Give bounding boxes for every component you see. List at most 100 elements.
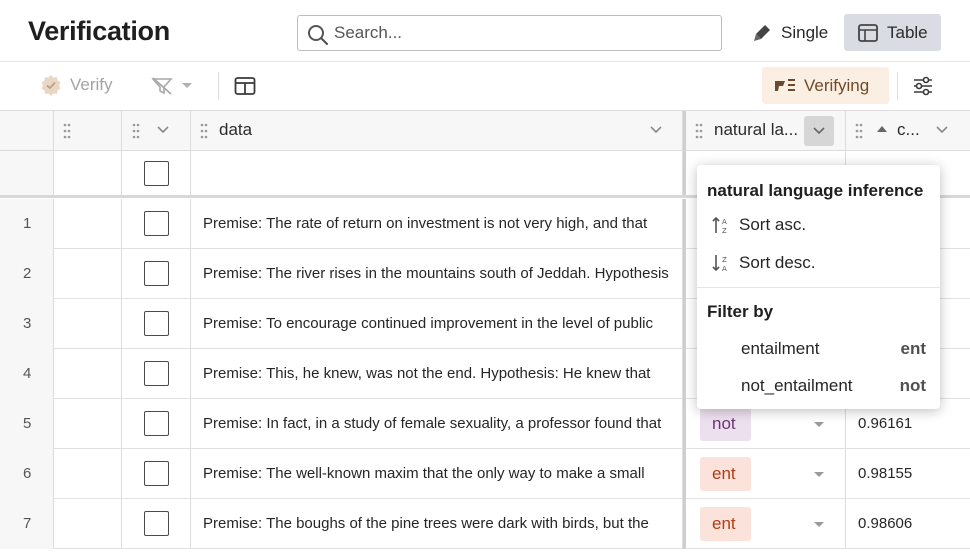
row-meta-cell bbox=[54, 199, 122, 249]
row-number-cell: 4 bbox=[0, 349, 54, 399]
row-number-cell: 2 bbox=[0, 249, 54, 299]
header-meta-column[interactable] bbox=[54, 111, 122, 151]
toolbar-divider bbox=[218, 72, 219, 100]
table-mode-label: Table bbox=[887, 22, 928, 42]
row-meta-cell bbox=[54, 399, 122, 449]
select-all-checkbox[interactable] bbox=[144, 161, 169, 186]
filter-cell bbox=[191, 151, 683, 195]
row-number-cell: 3 bbox=[0, 299, 54, 349]
search-input[interactable] bbox=[334, 18, 714, 48]
row-label-cell: ent bbox=[683, 449, 846, 499]
row-meta-cell bbox=[54, 499, 122, 549]
row-data-text: Premise: The well-known maxim that the o… bbox=[203, 465, 645, 482]
row-data-cell: Premise: To encourage continued improvem… bbox=[191, 299, 683, 349]
row-number: 7 bbox=[23, 515, 32, 532]
search-icon bbox=[308, 25, 329, 46]
row-checkbox[interactable] bbox=[144, 511, 169, 536]
row-number: 3 bbox=[23, 315, 32, 332]
sort-up-icon[interactable] bbox=[876, 125, 888, 133]
toolbar-divider bbox=[897, 72, 898, 100]
label-dropdown-icon[interactable] bbox=[813, 421, 825, 429]
label-dropdown-icon[interactable] bbox=[813, 471, 825, 479]
verify-badge-icon bbox=[41, 75, 61, 96]
chevron-down-icon[interactable] bbox=[650, 125, 662, 135]
verifying-button[interactable]: Verifying bbox=[762, 67, 889, 104]
header-select-column[interactable] bbox=[122, 111, 191, 151]
chevron-down-icon[interactable] bbox=[157, 125, 169, 135]
row-select-cell bbox=[122, 449, 191, 499]
chevron-down-icon[interactable] bbox=[936, 125, 948, 135]
row-checkbox[interactable] bbox=[144, 311, 169, 336]
table-row[interactable]: 6 Premise: The well-known maxim that the … bbox=[0, 449, 970, 499]
filter-option-abbr: not bbox=[899, 376, 926, 395]
header-data-column[interactable]: data bbox=[191, 111, 683, 151]
svg-text:Z: Z bbox=[722, 227, 727, 234]
svg-text:Z: Z bbox=[722, 256, 727, 264]
row-checkbox[interactable] bbox=[144, 411, 169, 436]
sort-desc-item[interactable]: Z A Sort desc. bbox=[711, 253, 816, 273]
row-meta-cell bbox=[54, 299, 122, 349]
row-select-cell bbox=[122, 349, 191, 399]
settings-button[interactable] bbox=[912, 75, 934, 102]
filter-option-abbr: ent bbox=[900, 339, 927, 358]
row-checkbox[interactable] bbox=[144, 211, 169, 236]
row-select-cell bbox=[122, 199, 191, 249]
row-data-cell: Premise: This, he knew, was not the end.… bbox=[191, 349, 683, 399]
row-data-cell: Premise: The boughs of the pine trees we… bbox=[191, 499, 683, 549]
filter-dropdown-button[interactable] bbox=[150, 76, 194, 96]
row-data-cell: Premise: The well-known maxim that the o… bbox=[191, 449, 683, 499]
sort-asc-item[interactable]: A Z Sort asc. bbox=[711, 215, 806, 235]
grip-icon[interactable] bbox=[855, 123, 863, 139]
table-mode-button[interactable]: Table bbox=[844, 14, 941, 51]
filter-option-label: entailment bbox=[741, 339, 820, 358]
pen-icon bbox=[754, 24, 770, 41]
row-select-cell bbox=[122, 299, 191, 349]
verify-button[interactable]: Verify bbox=[40, 74, 113, 96]
row-data-text: Premise: In fact, in a study of female s… bbox=[203, 415, 662, 432]
page-title: Verification bbox=[28, 16, 170, 46]
confidence-value: 0.98606 bbox=[858, 515, 913, 532]
popup-divider bbox=[697, 287, 940, 288]
grip-icon[interactable] bbox=[695, 123, 703, 139]
row-checkbox[interactable] bbox=[144, 461, 169, 486]
verifying-icon bbox=[775, 78, 795, 91]
grip-icon[interactable] bbox=[132, 123, 140, 139]
verifying-label: Verifying bbox=[804, 75, 870, 95]
row-label-cell: ent bbox=[683, 499, 846, 549]
row-data-text: Premise: The river rises in the mountain… bbox=[203, 265, 669, 282]
popup-title: natural language inference bbox=[707, 181, 924, 200]
header-label-column[interactable]: natural la... bbox=[683, 111, 846, 151]
filter-cell bbox=[54, 151, 122, 195]
row-select-cell bbox=[122, 499, 191, 549]
single-mode-label: Single bbox=[781, 22, 829, 42]
header-confidence-column[interactable]: c... bbox=[846, 111, 970, 151]
label-dropdown-icon[interactable] bbox=[813, 521, 825, 529]
confidence-column-title: c... bbox=[897, 120, 920, 139]
row-number: 1 bbox=[23, 215, 32, 232]
label-tag[interactable]: not bbox=[700, 407, 751, 441]
label-tag[interactable]: ent bbox=[700, 457, 751, 491]
filter-row-corner bbox=[0, 151, 54, 195]
row-number-cell: 7 bbox=[0, 499, 54, 549]
row-data-cell: Premise: The rate of return on investmen… bbox=[191, 199, 683, 249]
row-checkbox[interactable] bbox=[144, 261, 169, 286]
columns-layout-button[interactable] bbox=[234, 76, 256, 101]
grip-icon[interactable] bbox=[200, 123, 208, 139]
table-icon bbox=[858, 23, 878, 42]
svg-text:A: A bbox=[722, 218, 727, 226]
row-select-cell bbox=[122, 249, 191, 299]
sort-asc-label: Sort asc. bbox=[739, 215, 807, 234]
top-bar: Verification Single Table bbox=[0, 0, 970, 62]
row-confidence-cell: 0.98606 bbox=[846, 499, 970, 549]
row-checkbox[interactable] bbox=[144, 361, 169, 386]
label-tag[interactable]: ent bbox=[700, 507, 751, 541]
search-box[interactable] bbox=[297, 15, 722, 51]
single-mode-button[interactable]: Single bbox=[748, 14, 838, 51]
table-row[interactable]: 7 Premise: The boughs of the pine trees w… bbox=[0, 499, 970, 549]
grip-icon[interactable] bbox=[63, 123, 71, 139]
select-all-cell bbox=[122, 151, 191, 195]
chevron-down-icon bbox=[813, 127, 825, 135]
label-column-menu-button[interactable] bbox=[804, 116, 834, 146]
label-column-title: natural la... bbox=[714, 120, 799, 139]
row-data-text: Premise: The boughs of the pine trees we… bbox=[203, 515, 649, 532]
